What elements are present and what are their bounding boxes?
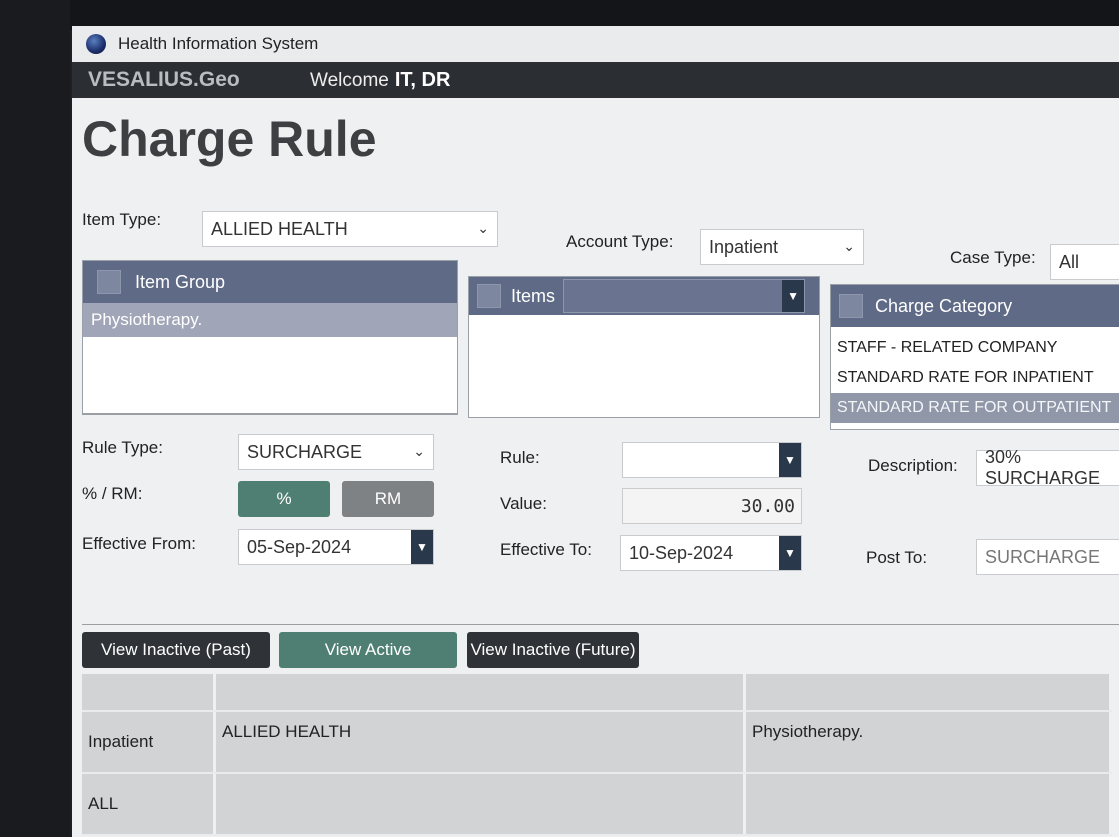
table-row[interactable]: ALL xyxy=(82,774,1112,836)
section-divider xyxy=(82,414,458,415)
item-group-row[interactable]: Physiotherapy. xyxy=(83,303,457,337)
effective-to-date[interactable]: 10-Sep-2024 ▼ xyxy=(620,535,802,571)
table-cell xyxy=(746,774,1112,834)
account-type-label: Account Type: xyxy=(566,232,674,251)
chevron-down-icon: ⌄ xyxy=(477,220,489,236)
item-group-panel: Item Group Physiotherapy. xyxy=(82,260,458,414)
chevron-down-icon: ⌄ xyxy=(843,238,855,254)
description-field[interactable]: 30% SURCHARGE xyxy=(976,447,1119,488)
account-type-select[interactable]: Inpatient ⌄ xyxy=(700,229,864,265)
select-all-checkbox[interactable] xyxy=(97,270,121,294)
table-cell: ALL xyxy=(82,774,216,834)
effective-from-date[interactable]: 05-Sep-2024 ▼ xyxy=(238,529,434,565)
account-type-value: Inpatient xyxy=(709,236,779,257)
post-to-value: SURCHARGE xyxy=(985,546,1101,567)
case-type-select[interactable]: All xyxy=(1050,244,1119,280)
items-header: Items ▼ xyxy=(469,277,819,315)
item-group-title: Item Group xyxy=(135,271,226,292)
rule-label: Rule: xyxy=(500,448,540,467)
dropdown-arrow-icon[interactable]: ▼ xyxy=(779,443,801,477)
rm-toggle-button[interactable]: RM xyxy=(342,481,434,517)
view-active-button[interactable]: View Active xyxy=(279,632,457,668)
table-cell xyxy=(82,674,216,710)
calendar-dropdown-icon[interactable]: ▼ xyxy=(779,536,801,570)
list-item[interactable]: STAFF - RELATED COMPANY xyxy=(831,333,1119,363)
case-type-label: Case Type: xyxy=(950,248,1036,267)
select-all-checkbox[interactable] xyxy=(839,294,863,318)
rule-type-select[interactable]: SURCHARGE ⌄ xyxy=(238,434,434,470)
description-value: 30% SURCHARGE xyxy=(985,447,1101,488)
post-to-field[interactable]: SURCHARGE xyxy=(976,539,1119,575)
item-type-value: ALLIED HEALTH xyxy=(211,218,348,239)
welcome-label: Welcome xyxy=(310,69,389,91)
rule-type-label: Rule Type: xyxy=(82,438,163,457)
effective-from-value: 05-Sep-2024 xyxy=(247,536,352,557)
percent-toggle-button[interactable]: % xyxy=(238,481,330,517)
item-group-header: Item Group xyxy=(83,261,457,303)
page-title: Charge Rule xyxy=(82,111,377,167)
list-item[interactable]: STANDARD RATE FOR INPATIENT xyxy=(831,363,1119,393)
brand-logo-text: VESALIUS.Geo xyxy=(88,68,240,91)
items-panel: Items ▼ xyxy=(468,276,820,418)
globe-icon xyxy=(86,34,106,54)
dropdown-arrow-icon[interactable]: ▼ xyxy=(782,280,805,312)
items-filter-select[interactable]: ▼ xyxy=(563,279,806,313)
charge-rule-grid: Inpatient ALLIED HEALTH Physiotherapy. A… xyxy=(82,674,1112,836)
window-titlebar: Health Information System xyxy=(72,26,1119,62)
case-type-value: All xyxy=(1059,251,1080,272)
user-name: IT, DR xyxy=(394,68,451,91)
value-label: Value: xyxy=(500,494,547,513)
pct-rm-label: % / RM: xyxy=(82,484,143,503)
table-cell: Physiotherapy. xyxy=(746,712,1112,772)
value-text: 30.00 xyxy=(740,495,795,517)
post-to-label: Post To: xyxy=(866,548,928,567)
item-type-label: Item Type: xyxy=(82,210,162,229)
rule-type-value: SURCHARGE xyxy=(247,441,363,462)
view-inactive-past-button[interactable]: View Inactive (Past) xyxy=(82,632,270,668)
charge-category-panel: Charge Category STAFF - RELATED COMPANY … xyxy=(830,284,1119,430)
table-cell: Inpatient xyxy=(82,712,216,772)
table-row[interactable]: Inpatient ALLIED HEALTH Physiotherapy. xyxy=(82,712,1112,774)
calendar-dropdown-icon[interactable]: ▼ xyxy=(411,530,433,564)
welcome-text: Welcome IT, DR xyxy=(310,69,450,92)
select-all-checkbox[interactable] xyxy=(477,284,501,308)
app-header-bar: VESALIUS.Geo Welcome IT, DR xyxy=(72,62,1119,98)
effective-to-value: 10-Sep-2024 xyxy=(629,542,734,563)
rule-select[interactable]: ▼ xyxy=(622,442,802,478)
items-title: Items xyxy=(511,285,556,306)
view-inactive-future-button[interactable]: View Inactive (Future) xyxy=(467,632,639,668)
table-row[interactable] xyxy=(82,674,1112,712)
monitor-bezel-left xyxy=(0,0,70,837)
item-type-select[interactable]: ALLIED HEALTH ⌄ xyxy=(202,211,498,247)
window-title: Health Information System xyxy=(118,34,319,53)
list-item[interactable]: STANDARD RATE FOR OUTPATIENT xyxy=(831,393,1119,423)
app-window: Health Information System VESALIUS.Geo W… xyxy=(72,26,1119,837)
table-cell xyxy=(216,674,746,710)
charge-category-title: Charge Category xyxy=(875,295,1013,316)
table-cell xyxy=(746,674,1112,710)
description-label: Description: xyxy=(868,456,958,475)
section-divider xyxy=(82,624,1119,625)
table-cell: ALLIED HEALTH xyxy=(216,712,746,772)
charge-category-header: Charge Category xyxy=(831,285,1119,327)
table-cell xyxy=(216,774,746,834)
effective-from-label: Effective From: xyxy=(82,534,196,553)
value-field[interactable]: 30.00 xyxy=(622,488,802,524)
effective-to-label: Effective To: xyxy=(500,540,592,559)
chevron-down-icon: ⌄ xyxy=(413,443,425,459)
charge-category-list: STAFF - RELATED COMPANY STANDARD RATE FO… xyxy=(831,327,1119,423)
